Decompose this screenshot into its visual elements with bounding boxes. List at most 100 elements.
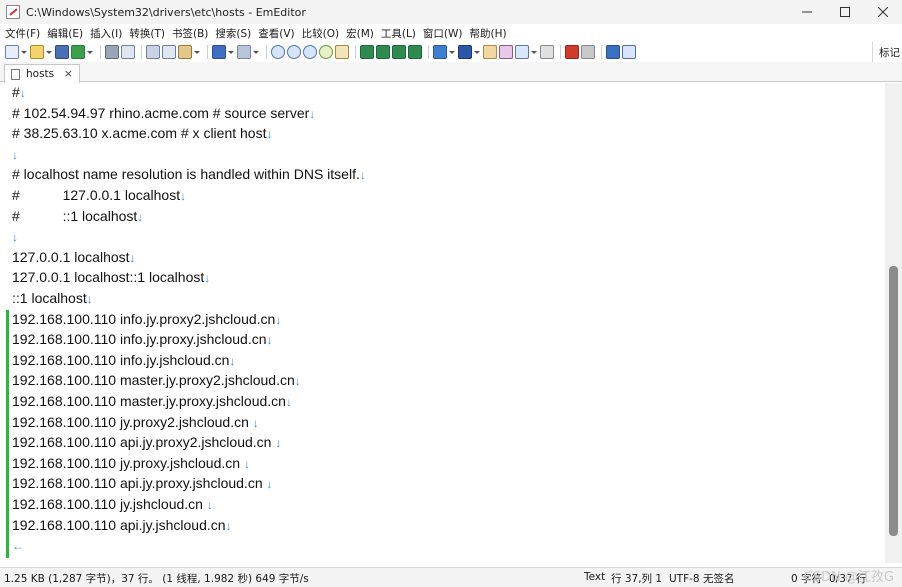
editor-line[interactable]: 192.168.100.110 master.jy.proxy.jshcloud… xyxy=(12,391,292,411)
modified-line-marker xyxy=(6,412,9,435)
stop-macro-icon[interactable] xyxy=(565,45,579,59)
menu-window[interactable]: 窗口(W) xyxy=(423,26,463,41)
line-break-marker: ↓ xyxy=(275,436,282,451)
new-file-dropdown-icon[interactable] xyxy=(21,45,27,59)
markers-label[interactable]: 标记 xyxy=(879,45,900,60)
editor-line[interactable]: 192.168.100.110 api.jy.jshcloud.cn↓ xyxy=(12,515,232,535)
macro-select-icon[interactable] xyxy=(515,45,529,59)
menu-file[interactable]: 文件(F) xyxy=(5,26,40,41)
new-file-icon[interactable] xyxy=(5,45,19,59)
print-preview-icon[interactable] xyxy=(121,45,135,59)
status-position[interactable]: 行 37,列 1 xyxy=(611,571,662,586)
redo-icon[interactable] xyxy=(237,45,251,59)
find-icon[interactable] xyxy=(271,45,285,59)
menu-insert[interactable]: 插入(I) xyxy=(90,26,122,41)
minimize-button[interactable] xyxy=(788,0,826,24)
editor-line[interactable]: # 102.54.94.97 rhino.acme.com # source s… xyxy=(12,103,315,123)
editor-line[interactable]: # 127.0.0.1 localhost↓ xyxy=(12,185,186,205)
line-text: 192.168.100.110 master.jy.proxy.jshcloud… xyxy=(12,393,286,409)
line-break-marker: ↓ xyxy=(129,250,136,265)
editor-line[interactable]: 192.168.100.110 jy.proxy.jshcloud.cn ↓ xyxy=(12,453,250,473)
view-normal-icon[interactable] xyxy=(360,45,374,59)
reload-dropdown-icon[interactable] xyxy=(87,45,93,59)
view-split-icon[interactable] xyxy=(392,45,406,59)
emeditor-app-icon[interactable] xyxy=(6,5,20,19)
editor-line[interactable]: # ::1 localhost↓ xyxy=(12,206,143,226)
editor-line[interactable]: ↓ xyxy=(12,144,18,164)
editor-line[interactable]: 127.0.0.1 localhost::1 localhost↓ xyxy=(12,267,210,287)
line-text: 192.168.100.110 api.jy.jshcloud.cn xyxy=(12,516,226,533)
menu-help[interactable]: 帮助(H) xyxy=(469,26,506,41)
reload-icon[interactable] xyxy=(71,45,85,59)
maximize-button[interactable] xyxy=(826,0,864,24)
encoding-icon[interactable] xyxy=(433,45,447,59)
open-dropdown-icon[interactable] xyxy=(46,45,52,59)
paste-icon[interactable] xyxy=(178,45,192,59)
undo-icon[interactable] xyxy=(212,45,226,59)
encoding-dropdown-icon[interactable] xyxy=(449,45,455,59)
toolbar-separator xyxy=(100,45,101,59)
editor-line[interactable]: ↓ xyxy=(12,226,18,246)
text-editor[interactable]: #↓ # 102.54.94.97 rhino.acme.com # source… xyxy=(0,83,885,563)
close-button[interactable] xyxy=(864,0,902,24)
copy-icon[interactable] xyxy=(162,45,176,59)
tab-close-icon[interactable]: × xyxy=(64,67,73,80)
status-file-info: 1.25 KB (1,287 字节)，37 行。 (1 线程, 1.982 秒)… xyxy=(4,573,309,585)
open-folder-icon[interactable] xyxy=(30,45,44,59)
macro-dropdown-icon[interactable] xyxy=(531,45,537,59)
menu-view[interactable]: 查看(V) xyxy=(258,26,294,41)
view-wrap-icon[interactable] xyxy=(376,45,390,59)
scrollbar-thumb[interactable] xyxy=(889,266,898,536)
tab-hosts[interactable]: hosts × xyxy=(4,64,80,83)
menu-bookmarks[interactable]: 书签(B) xyxy=(172,26,208,41)
status-encoding[interactable]: UTF-8 无签名 xyxy=(669,571,734,586)
paste-dropdown-icon[interactable] xyxy=(194,45,200,59)
replace-icon[interactable] xyxy=(319,45,333,59)
modified-line-marker xyxy=(6,371,9,393)
find-next-icon[interactable] xyxy=(303,45,317,59)
menu-edit[interactable]: 编辑(E) xyxy=(47,26,83,41)
editor-line[interactable]: # 38.25.63.10 x.acme.com # x client host… xyxy=(12,123,272,143)
print-icon[interactable] xyxy=(105,45,119,59)
cut-icon[interactable] xyxy=(146,45,160,59)
status-mode[interactable]: Text xyxy=(584,571,605,583)
line-text: 127.0.0.1 localhost xyxy=(12,248,130,265)
view-outline-icon[interactable] xyxy=(408,45,422,59)
editor-line[interactable]: 192.168.100.110 master.jy.proxy2.jshclou… xyxy=(12,370,301,390)
menu-convert[interactable]: 转换(T) xyxy=(129,26,165,41)
editor-line[interactable]: 127.0.0.1 localhost↓ xyxy=(12,247,136,267)
editor-line[interactable]: 192.168.100.110 jy.proxy2.jshcloud.cn ↓ xyxy=(12,412,259,432)
vertical-scrollbar[interactable] xyxy=(885,83,902,563)
editor-line[interactable]: 192.168.100.110 info.jy.proxy.jshcloud.c… xyxy=(12,329,273,349)
play-macro-icon[interactable] xyxy=(581,45,595,59)
menu-compare[interactable]: 比较(O) xyxy=(302,26,339,41)
macro-run-icon[interactable] xyxy=(499,45,513,59)
window-split-icon[interactable] xyxy=(606,45,620,59)
editor-line[interactable]: 192.168.100.110 info.jy.proxy2.jshcloud.… xyxy=(12,309,281,329)
editor-line[interactable]: #↓ xyxy=(12,83,26,102)
find-previous-icon[interactable] xyxy=(287,45,301,59)
redo-dropdown-icon[interactable] xyxy=(253,45,259,59)
save-icon[interactable] xyxy=(55,45,69,59)
editor-line[interactable]: 192.168.100.110 api.jy.proxy.jshcloud.cn… xyxy=(12,473,273,493)
line-break-marker: ↓ xyxy=(275,312,282,327)
editor-line[interactable]: # localhost name resolution is handled w… xyxy=(12,164,366,184)
undo-dropdown-icon[interactable] xyxy=(228,45,234,59)
window-controls xyxy=(788,0,902,24)
configuration-icon[interactable] xyxy=(458,45,472,59)
menu-search[interactable]: 搜索(S) xyxy=(215,26,251,41)
tools-icon[interactable] xyxy=(622,45,636,59)
editor-line[interactable]: ← xyxy=(12,535,24,555)
menu-macros[interactable]: 宏(M) xyxy=(346,26,374,41)
editor-line[interactable]: 192.168.100.110 jy.jshcloud.cn ↓ xyxy=(12,494,213,514)
macro-list-icon[interactable] xyxy=(540,45,554,59)
find-in-files-icon[interactable] xyxy=(335,45,349,59)
menu-tools[interactable]: 工具(L) xyxy=(381,26,416,41)
macro-record-icon[interactable] xyxy=(483,45,497,59)
editor-line[interactable]: ::1 localhost↓ xyxy=(12,288,93,308)
configuration-dropdown-icon[interactable] xyxy=(474,45,480,59)
status-bar: 1.25 KB (1,287 字节)，37 行。 (1 线程, 1.982 秒)… xyxy=(0,567,902,587)
editor-line[interactable]: 192.168.100.110 api.jy.proxy2.jshcloud.c… xyxy=(12,432,281,452)
tab-label: hosts xyxy=(26,68,55,80)
editor-line[interactable]: 192.168.100.110 info.jy.jshcloud.cn↓ xyxy=(12,350,235,370)
